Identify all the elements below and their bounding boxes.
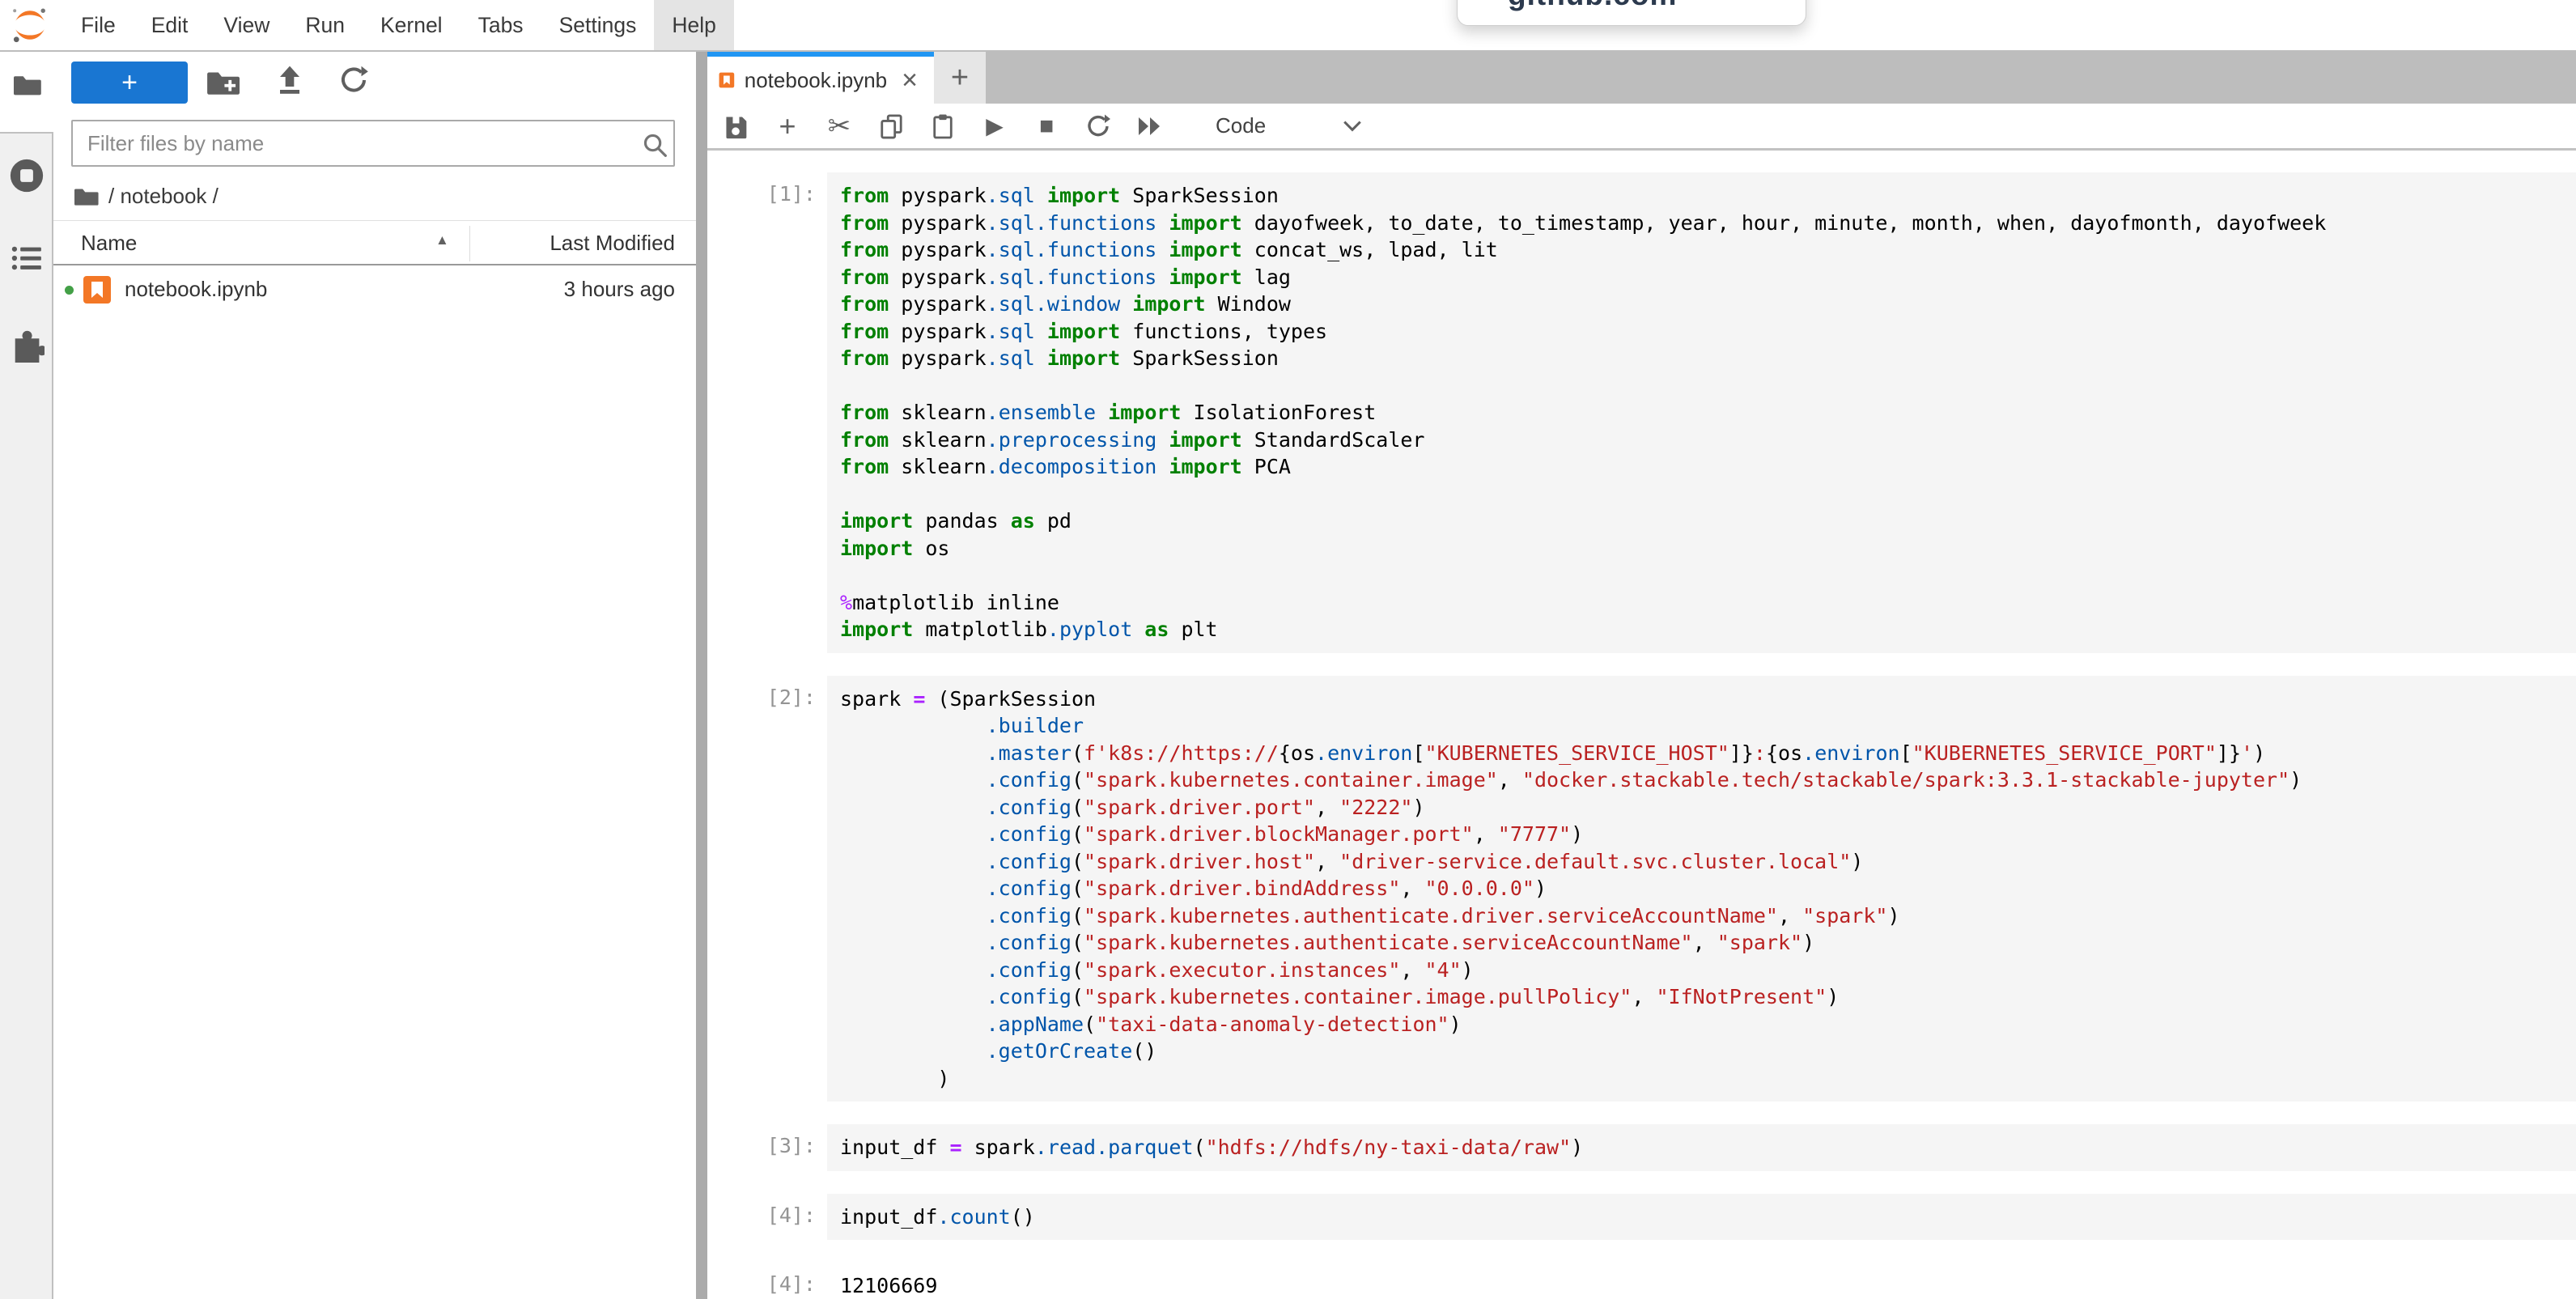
column-last-modified[interactable]: Last Modified [550, 231, 675, 256]
cell-editor[interactable]: input_df = spark.read.parquet("hdfs://hd… [827, 1124, 2576, 1171]
main-area: notebook.ipynb × + + ✂ ▶ ■ [707, 52, 2576, 1299]
sort-ascending-icon[interactable]: ▲ [435, 232, 449, 248]
paste-cells-button[interactable] [929, 112, 957, 140]
running-sessions-tab[interactable] [0, 157, 53, 194]
column-name[interactable]: Name [81, 231, 137, 256]
column-divider [469, 226, 470, 261]
left-dock [0, 52, 53, 1299]
extension-manager-tab[interactable] [0, 327, 53, 363]
fast-forward-icon [1136, 116, 1164, 137]
filter-files-input[interactable] [71, 120, 675, 167]
file-modified: 3 hours ago [564, 277, 675, 302]
cell-output-text: 12106669 [827, 1263, 2576, 1299]
running-kernel-dot [65, 286, 74, 295]
new-launcher-button[interactable]: + [71, 62, 188, 104]
tab-notebook[interactable]: notebook.ipynb × [707, 52, 934, 104]
copy-cells-button[interactable] [877, 112, 905, 140]
code-cell: [4]:input_df.count() [707, 1194, 2576, 1241]
github-popup-text: github.com [1508, 0, 1677, 12]
notebook-toolbar: + ✂ ▶ ■ Code [707, 104, 2576, 151]
new-folder-icon [206, 66, 240, 97]
menu-view[interactable]: View [206, 0, 287, 50]
tab-bar: notebook.ipynb × + [707, 52, 2576, 104]
dock-strip [0, 132, 53, 1299]
menu-settings[interactable]: Settings [541, 0, 655, 50]
menu-edit[interactable]: Edit [134, 0, 206, 50]
cell-prompt: [1]: [707, 172, 827, 653]
notebook-file-icon [83, 275, 112, 304]
cut-cells-button[interactable]: ✂ [825, 112, 853, 140]
breadcrumb[interactable]: / notebook / [73, 180, 219, 212]
file-list-header: Name ▲ Last Modified [53, 220, 696, 265]
jupyter-logo [11, 6, 49, 44]
restart-kernel-button[interactable] [1084, 112, 1112, 140]
copy-icon [879, 113, 903, 139]
panel-splitter[interactable] [696, 52, 707, 1299]
search-icon [641, 131, 668, 163]
cell-prompt: [4]: [707, 1263, 827, 1299]
menu-help[interactable]: Help [654, 0, 734, 50]
cell-editor[interactable]: from pyspark.sql import SparkSession fro… [827, 172, 2576, 653]
menu-run[interactable]: Run [287, 0, 363, 50]
stop-circle-icon [8, 157, 45, 194]
insert-cell-button[interactable]: + [774, 112, 801, 140]
menu-tabs[interactable]: Tabs [460, 0, 541, 50]
cell-type-dropdown[interactable]: Code [1216, 113, 1266, 138]
cell-prompt: [4]: [707, 1194, 827, 1241]
tab-title: notebook.ipynb [745, 68, 887, 93]
menu-file[interactable]: File [63, 0, 134, 50]
list-icon [11, 244, 42, 272]
notebook-content: [1]:from pyspark.sql import SparkSession… [707, 153, 2576, 1299]
upload-button[interactable] [274, 63, 306, 101]
folder-icon [12, 71, 41, 97]
file-browser-panel: + / notebook / Name ▲ Last Mod [53, 52, 696, 1299]
menu-kernel[interactable]: Kernel [363, 0, 460, 50]
save-icon [723, 113, 749, 139]
cell-prompt: [2]: [707, 676, 827, 1102]
code-cell: [1]:from pyspark.sql import SparkSession… [707, 172, 2576, 653]
cell-output: [4]:12106669 [707, 1263, 2576, 1299]
notebook-file-icon [719, 69, 735, 91]
new-tab-button[interactable]: + [934, 52, 986, 104]
restart-icon [1085, 113, 1111, 139]
table-of-contents-tab[interactable] [0, 244, 53, 272]
notebook-cells: [1]:from pyspark.sql import SparkSession… [707, 153, 2576, 1299]
code-cell: [3]:input_df = spark.read.parquet("hdfs:… [707, 1124, 2576, 1171]
new-folder-button[interactable] [206, 66, 240, 101]
refresh-button[interactable] [338, 65, 369, 100]
cell-editor[interactable]: spark = (SparkSession .builder .master(f… [827, 676, 2576, 1102]
upload-icon [274, 63, 306, 97]
cell-editor[interactable]: input_df.count() [827, 1194, 2576, 1241]
save-button[interactable] [722, 112, 749, 140]
file-browser-tab[interactable] [0, 71, 53, 97]
menu-bar: File Edit View Run Kernel Tabs Settings … [0, 0, 2576, 52]
cell-prompt: [3]: [707, 1124, 827, 1171]
tab-close-icon[interactable]: × [897, 70, 923, 91]
refresh-icon [338, 65, 369, 96]
code-cell: [2]:spark = (SparkSession .builder .mast… [707, 676, 2576, 1102]
chevron-down-icon[interactable] [1339, 112, 1366, 140]
stop-button[interactable]: ■ [1033, 112, 1060, 140]
github-popup: github.com [1457, 0, 1806, 26]
breadcrumb-path: / notebook / [108, 184, 219, 209]
file-row[interactable]: notebook.ipynb 3 hours ago [53, 267, 696, 312]
puzzle-icon [9, 327, 45, 363]
file-name: notebook.ipynb [125, 277, 267, 302]
folder-icon [73, 185, 99, 207]
paste-icon [932, 113, 954, 139]
restart-run-all-button[interactable] [1136, 112, 1164, 140]
run-button[interactable]: ▶ [981, 112, 1008, 140]
